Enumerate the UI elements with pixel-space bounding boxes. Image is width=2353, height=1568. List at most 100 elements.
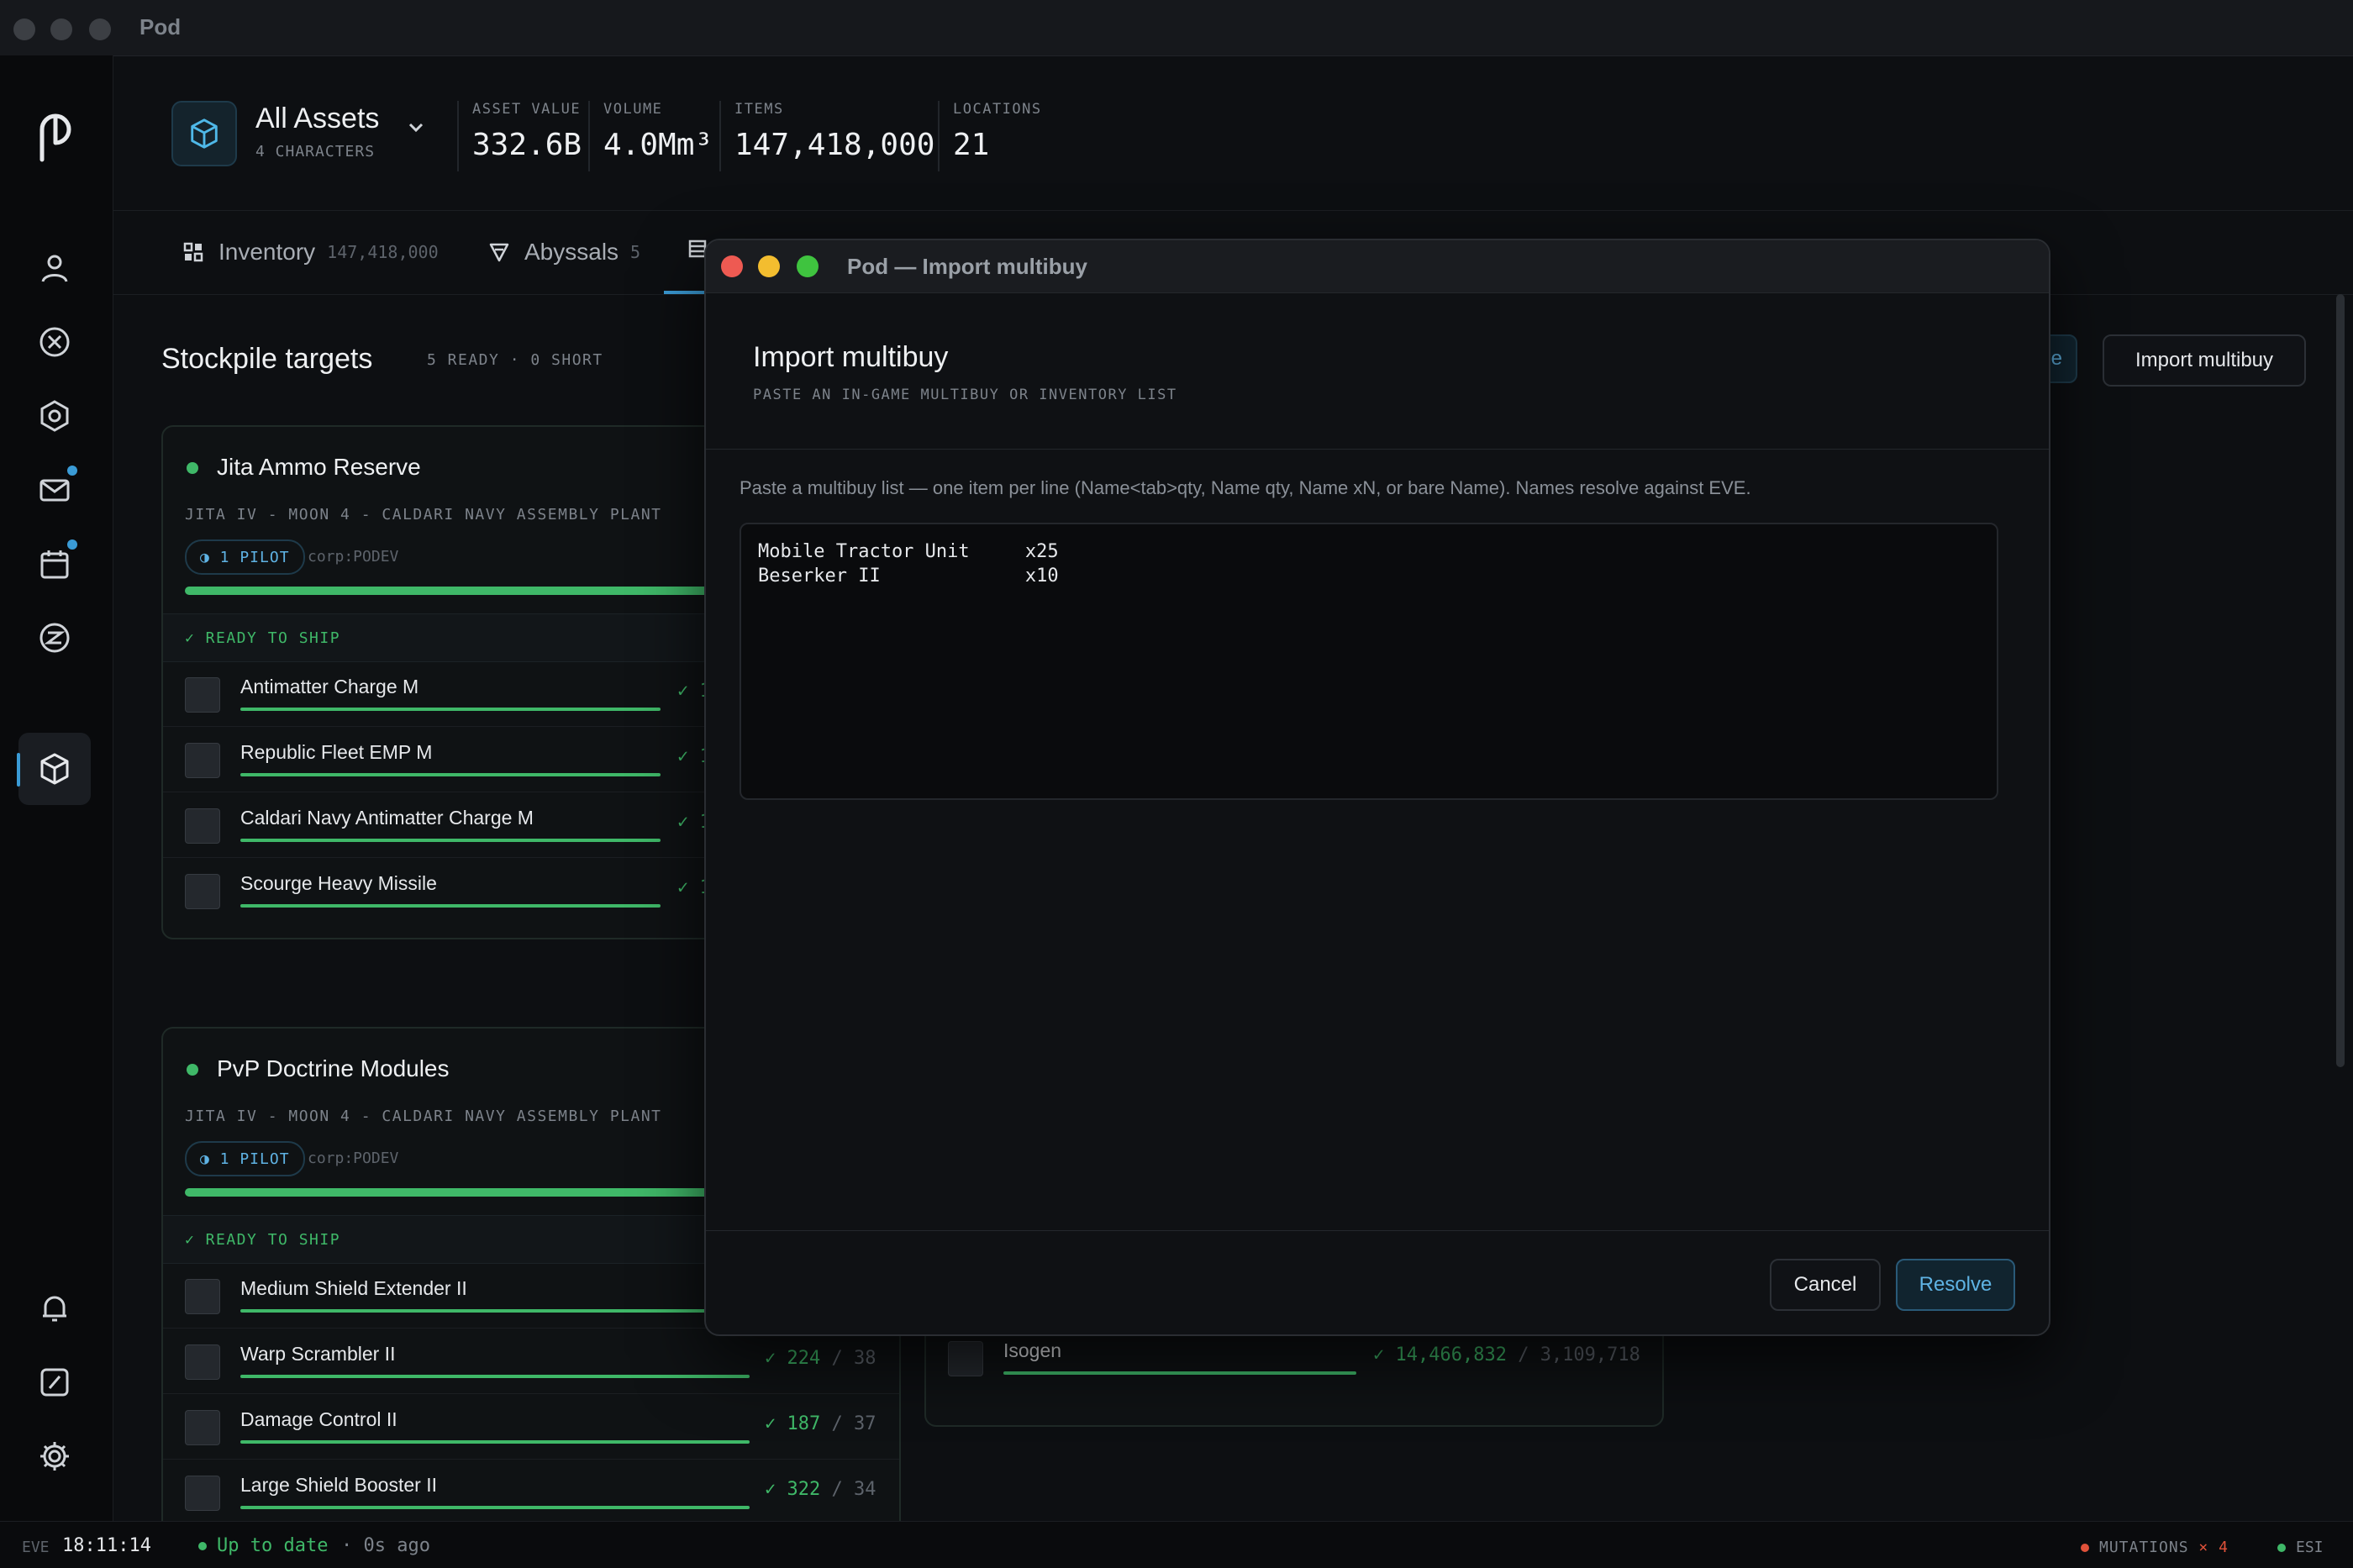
window-title: Pod (139, 14, 182, 39)
item-icon (948, 1341, 983, 1376)
item-quantity: ✓ 224 / 38 (765, 1348, 876, 1369)
dialog-title: Import multibuy (753, 341, 949, 373)
stat-asset-value: ASSET VALUE 332.6B (457, 101, 582, 171)
multibuy-paste-input[interactable]: Mobile Tractor Unit x25 Beserker II x10 (740, 523, 1998, 800)
rail-settings[interactable] (18, 1420, 91, 1492)
corp-tag: corp:PODEV (308, 548, 399, 566)
import-multibuy-dialog: Pod — Import multibuy Import multibuy PA… (704, 239, 2050, 1336)
window-close-button[interactable] (13, 18, 35, 40)
sync-dot (198, 1542, 207, 1550)
status-bar: EVE 18:11:14 Up to date · 0s ago MUTATIO… (0, 1521, 2353, 1568)
tab-inventory[interactable]: Inventory 147,418,000 (183, 239, 439, 266)
asset-scope-subtitle: 4 CHARACTERS (255, 143, 376, 160)
table-row[interactable]: Damage Control II ✓ 187 / 37 (163, 1393, 899, 1460)
title-bar: Pod (0, 0, 2353, 56)
rail-profile[interactable] (18, 232, 91, 304)
cube-icon (191, 118, 218, 149)
stat-value: 21 (953, 128, 990, 162)
stat-volume: VOLUME 4.0Mm³ (588, 101, 713, 171)
import-multibuy-button[interactable]: Import multibuy (2103, 334, 2306, 387)
item-icon (185, 1279, 220, 1314)
rail-exchange[interactable] (18, 602, 91, 674)
clock-icon (40, 1368, 69, 1397)
triangle-icon (489, 243, 509, 262)
resolve-button[interactable]: Resolve (1896, 1259, 2015, 1311)
item-progress (240, 1375, 750, 1378)
bell-icon (43, 1296, 66, 1322)
item-icon (185, 1344, 220, 1380)
table-row[interactable]: Warp Scrambler II ✓ 224 / 38 (163, 1328, 899, 1394)
tab-abyssals[interactable]: Abyssals 5 (489, 239, 640, 266)
item-quantity: ✓ 14,466,832 / 3,109,718 (1373, 1344, 1640, 1365)
dialog-zoom-button[interactable] (797, 255, 819, 277)
section-title: Stockpile targets (161, 343, 373, 375)
mail-notification-dot (67, 466, 77, 476)
rail-hex[interactable] (18, 380, 91, 452)
item-progress (240, 1309, 750, 1313)
rail-notifications[interactable] (18, 1272, 91, 1344)
esi-label: ESI (2296, 1539, 2324, 1556)
rail-mail[interactable] (18, 454, 91, 526)
scrollbar[interactable] (2336, 294, 2345, 1067)
rail-clock[interactable] (18, 1346, 91, 1418)
pilot-pill[interactable]: ◑ 1 PILOT (185, 539, 305, 575)
cube-icon (40, 753, 69, 785)
mutations-count: × 4 (2198, 1539, 2229, 1556)
item-qty-target: / 34 (831, 1479, 876, 1500)
rail-close[interactable] (18, 306, 91, 378)
item-icon (185, 677, 220, 713)
assets-header: All Assets 4 CHARACTERS ASSET VALUE 332.… (113, 55, 2353, 211)
tab-label: Inventory (218, 239, 316, 265)
dialog-subtitle: PASTE AN IN-GAME MULTIBUY OR INVENTORY L… (753, 387, 1177, 403)
dialog-close-button[interactable] (721, 255, 743, 277)
item-name: Scourge Heavy Missile (240, 872, 437, 894)
esi-indicator[interactable]: ESI (2277, 1539, 2324, 1556)
dialog-minimize-button[interactable] (758, 255, 780, 277)
sync-status: Up to date (198, 1535, 328, 1556)
item-icon (185, 743, 220, 778)
chevron-down-icon[interactable] (407, 118, 425, 136)
calendar-icon (40, 550, 69, 579)
hex-settings-icon (40, 400, 69, 432)
mutations-dot (2081, 1544, 2089, 1552)
item-name: Antimatter Charge M (240, 676, 419, 697)
profile-icon (41, 255, 68, 282)
left-rail (0, 55, 113, 1521)
asset-scope-title[interactable]: All Assets (255, 103, 379, 135)
dialog-header: Import multibuy PASTE AN IN-GAME MULTIBU… (706, 292, 2049, 450)
window-zoom-button[interactable] (89, 18, 111, 40)
stat-locations: LOCATIONS 21 (938, 101, 1042, 171)
item-quantity: ✓ 322 / 34 (765, 1479, 876, 1500)
mutations-indicator[interactable]: MUTATIONS × 4 (2081, 1539, 2229, 1556)
tab-count: 5 (630, 242, 641, 262)
esi-dot (2277, 1544, 2286, 1552)
sync-ago: · 0s ago (341, 1535, 430, 1556)
mutations-label: MUTATIONS (2099, 1539, 2189, 1556)
ready-label: ✓ READY TO SHIP (185, 629, 341, 647)
item-icon (185, 808, 220, 844)
paste-hint: Paste a multibuy list — one item per lin… (740, 477, 1751, 498)
table-row[interactable]: Large Shield Booster II ✓ 322 / 34 (163, 1459, 899, 1524)
item-icon (185, 874, 220, 909)
rail-calendar[interactable] (18, 528, 91, 600)
gear-icon (40, 1442, 69, 1471)
item-progress (240, 904, 661, 908)
item-name: Damage Control II (240, 1408, 397, 1430)
corp-tag: corp:PODEV (308, 1150, 399, 1167)
pilot-pill[interactable]: ◑ 1 PILOT (185, 1141, 305, 1176)
stockpile-name: Jita Ammo Reserve (217, 454, 421, 480)
item-progress (1003, 1371, 1356, 1375)
asset-selector-icon[interactable] (171, 101, 237, 166)
window-minimize-button[interactable] (50, 18, 72, 40)
item-progress (240, 1440, 750, 1444)
item-name: Large Shield Booster II (240, 1474, 437, 1496)
item-qty-value: ✓ 224 (765, 1348, 821, 1369)
item-qty-value: ✓ 322 (765, 1479, 821, 1500)
cancel-button[interactable]: Cancel (1770, 1259, 1881, 1311)
close-circle-icon (39, 327, 70, 357)
tab-count: 147,418,000 (327, 242, 439, 262)
item-qty-value: ✓ 187 (765, 1413, 821, 1434)
stockpile-name: PvP Doctrine Modules (217, 1055, 450, 1081)
mail-icon (39, 479, 70, 502)
rail-assets[interactable] (17, 733, 91, 805)
